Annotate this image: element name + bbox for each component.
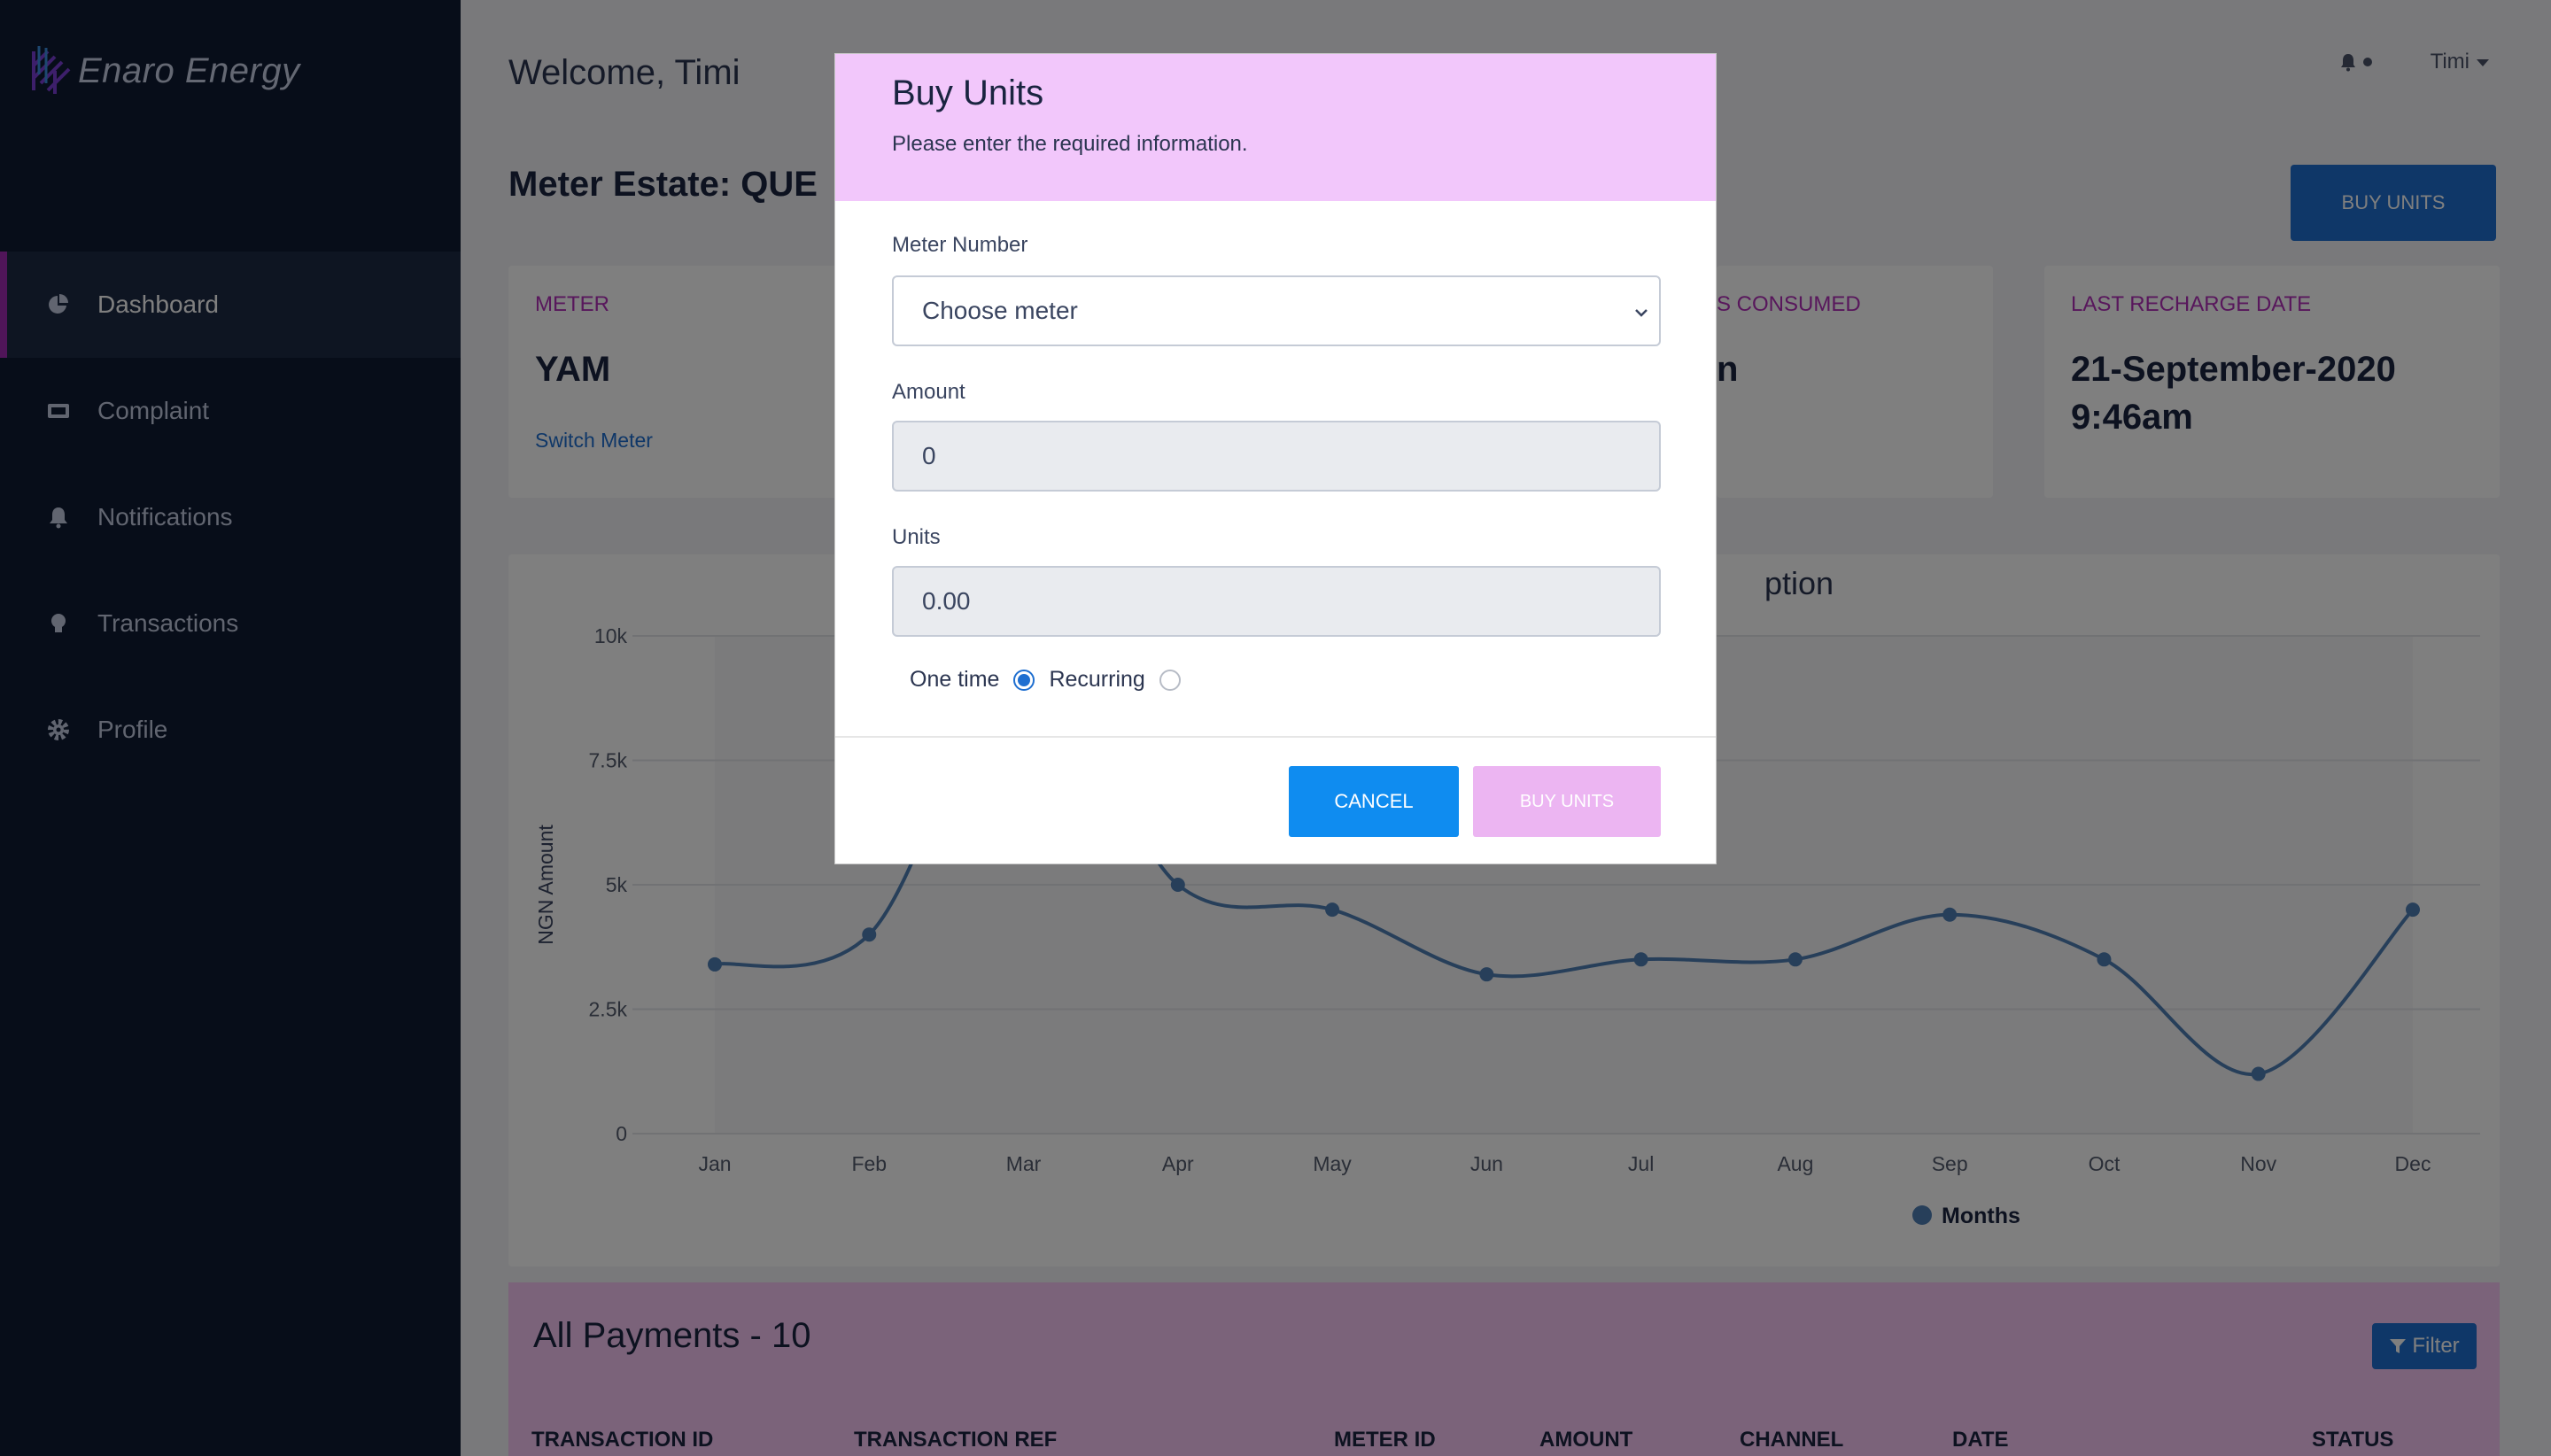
amount-label: Amount <box>892 380 965 404</box>
amount-input[interactable]: 0 <box>892 421 1661 492</box>
meter-number-label: Meter Number <box>892 233 1028 257</box>
meter-select[interactable]: Choose meter <box>892 275 1661 346</box>
units-input[interactable]: 0.00 <box>892 566 1661 637</box>
modal-divider <box>835 736 1716 738</box>
units-value: 0.00 <box>922 587 971 615</box>
amount-value: 0 <box>922 442 936 469</box>
chevron-down-icon <box>1635 309 1648 317</box>
one-time-radio[interactable] <box>1013 669 1035 691</box>
recurring-label: Recurring <box>1049 667 1145 692</box>
meter-select-value: Choose meter <box>922 297 1078 324</box>
modal-header: Buy Units Please enter the required info… <box>835 54 1716 201</box>
cancel-button[interactable]: CANCEL <box>1289 766 1459 837</box>
units-label: Units <box>892 525 941 549</box>
modal-title: Buy Units <box>892 74 1044 112</box>
buy-units-modal: Buy Units Please enter the required info… <box>834 53 1717 864</box>
buy-units-submit-button[interactable]: BUY UNITS <box>1473 766 1661 837</box>
modal-subtitle: Please enter the required information. <box>892 132 1248 156</box>
one-time-label: One time <box>910 667 1000 692</box>
recurring-radio[interactable] <box>1159 669 1181 691</box>
payment-type-radios: One time Recurring <box>910 667 1195 693</box>
